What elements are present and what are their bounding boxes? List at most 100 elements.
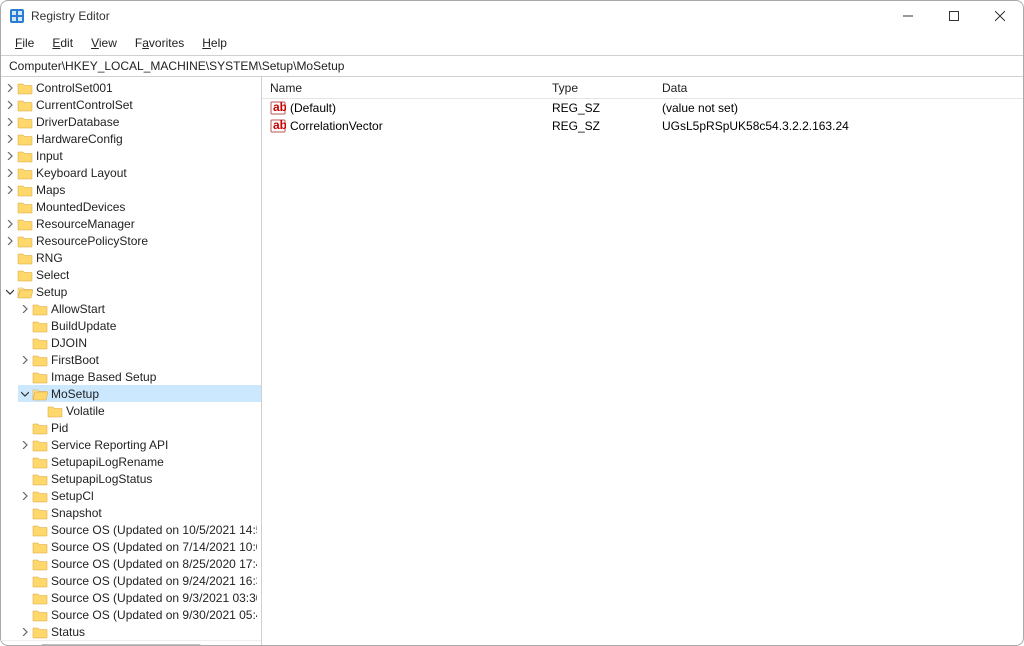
folder-icon xyxy=(32,353,48,367)
tree-node[interactable]: DriverDatabase xyxy=(3,113,261,130)
value-type: REG_SZ xyxy=(544,101,654,115)
folder-icon xyxy=(17,183,33,197)
tree-node[interactable]: Volatile xyxy=(33,402,261,419)
column-headers: Name Type Data xyxy=(262,77,1023,99)
tree-node[interactable]: CurrentControlSet xyxy=(3,96,261,113)
regedit-icon xyxy=(9,8,25,24)
tree-node[interactable]: ResourceManager xyxy=(3,215,261,232)
col-data[interactable]: Data xyxy=(654,77,1023,98)
tree-node-label: Service Reporting API xyxy=(51,438,168,452)
chevron-right-icon[interactable] xyxy=(3,183,17,197)
values-list[interactable]: (Default)REG_SZ(value not set)Correlatio… xyxy=(262,99,1023,645)
chevron-right-icon[interactable] xyxy=(3,81,17,95)
menu-edit[interactable]: Edit xyxy=(44,34,81,52)
tree-node[interactable]: SetupapiLogRename xyxy=(18,453,261,470)
menu-file[interactable]: File xyxy=(7,34,42,52)
chevron-right-icon[interactable] xyxy=(18,302,32,316)
maximize-button[interactable] xyxy=(931,1,977,31)
value-data: UGsL5pRSpUK58c54.3.2.2.163.24 xyxy=(654,119,1023,133)
chevron-right-icon[interactable] xyxy=(18,438,32,452)
tree-node[interactable]: BuildUpdate xyxy=(18,317,261,334)
close-button[interactable] xyxy=(977,1,1023,31)
tree-node[interactable]: Input xyxy=(3,147,261,164)
chevron-right-icon[interactable] xyxy=(3,149,17,163)
menu-view[interactable]: View xyxy=(83,34,125,52)
chevron-right-icon[interactable] xyxy=(3,98,17,112)
folder-icon xyxy=(32,302,48,316)
chevron-right-icon[interactable] xyxy=(3,166,17,180)
tree-node-label: ControlSet001 xyxy=(36,81,113,95)
tree-node[interactable]: Status xyxy=(18,623,261,640)
menu-help[interactable]: Help xyxy=(194,34,235,52)
value-row[interactable]: CorrelationVectorREG_SZUGsL5pRSpUK58c54.… xyxy=(262,117,1023,135)
tree-node[interactable]: AllowStart xyxy=(18,300,261,317)
tree-node[interactable]: Source OS (Updated on 9/24/2021 16:3 xyxy=(18,572,261,589)
registry-tree: ControlSet001CurrentControlSetDriverData… xyxy=(1,79,261,640)
tree-node[interactable]: Image Based Setup xyxy=(18,368,261,385)
tree-node[interactable]: ResourcePolicyStore xyxy=(3,232,261,249)
folder-icon xyxy=(32,472,48,486)
folder-icon xyxy=(17,132,33,146)
folder-icon xyxy=(32,489,48,503)
tree-node[interactable]: SetupapiLogStatus xyxy=(18,470,261,487)
menu-favorites[interactable]: Favorites xyxy=(127,34,192,52)
tree-node[interactable]: Source OS (Updated on 8/25/2020 17:4 xyxy=(18,555,261,572)
tree-node[interactable]: Pid xyxy=(18,419,261,436)
tree-node-label: Source OS (Updated on 9/30/2021 05:4 xyxy=(51,608,257,622)
tree-node[interactable]: ControlSet001 xyxy=(3,79,261,96)
address-input[interactable] xyxy=(7,58,1017,74)
tree-node[interactable]: Snapshot xyxy=(18,504,261,521)
tree-node-label: SetupapiLogStatus xyxy=(51,472,152,486)
chevron-right-icon[interactable] xyxy=(3,132,17,146)
col-type[interactable]: Type xyxy=(544,77,654,98)
folder-icon xyxy=(17,149,33,163)
tree-node-label: FirstBoot xyxy=(51,353,99,367)
tree-node[interactable]: MoSetup xyxy=(18,385,261,402)
tree-node[interactable]: Maps xyxy=(3,181,261,198)
titlebar[interactable]: Registry Editor xyxy=(1,1,1023,31)
folder-open-icon xyxy=(17,285,33,299)
folder-icon xyxy=(17,217,33,231)
tree-node[interactable]: Source OS (Updated on 9/30/2021 05:4 xyxy=(18,606,261,623)
tree-node-label: MountedDevices xyxy=(36,200,125,214)
tree-node[interactable]: SetupCl xyxy=(18,487,261,504)
folder-icon xyxy=(32,540,48,554)
tree-node-label: Source OS (Updated on 9/3/2021 03:30 xyxy=(51,591,257,605)
tree-node[interactable]: Keyboard Layout xyxy=(3,164,261,181)
tree-node[interactable]: MountedDevices xyxy=(3,198,261,215)
folder-icon xyxy=(47,404,63,418)
tree-node-label: MoSetup xyxy=(51,387,99,401)
chevron-right-icon[interactable] xyxy=(3,217,17,231)
tree-node[interactable]: HardwareConfig xyxy=(3,130,261,147)
chevron-right-icon[interactable] xyxy=(3,115,17,129)
value-row[interactable]: (Default)REG_SZ(value not set) xyxy=(262,99,1023,117)
tree-node-label: Status xyxy=(51,625,85,639)
tree-node[interactable]: Source OS (Updated on 9/3/2021 03:30 xyxy=(18,589,261,606)
chevron-right-icon[interactable] xyxy=(18,489,32,503)
tree-node[interactable]: Setup xyxy=(3,283,261,300)
tree-node[interactable]: DJOIN xyxy=(18,334,261,351)
tree-node[interactable]: FirstBoot xyxy=(18,351,261,368)
tree-node[interactable]: RNG xyxy=(3,249,261,266)
tree-node-label: Keyboard Layout xyxy=(36,166,127,180)
tree-node-label: SetupCl xyxy=(51,489,94,503)
tree-pane[interactable]: ControlSet001CurrentControlSetDriverData… xyxy=(1,77,262,645)
value-type: REG_SZ xyxy=(544,119,654,133)
chevron-down-icon[interactable] xyxy=(3,285,17,299)
col-name[interactable]: Name xyxy=(262,77,544,98)
chevron-right-icon[interactable] xyxy=(18,625,32,639)
horizontal-scrollbar[interactable] xyxy=(1,640,261,645)
tree-node-label: Setup xyxy=(36,285,67,299)
folder-icon xyxy=(32,557,48,571)
tree-node-label: AllowStart xyxy=(51,302,105,316)
chevron-right-icon[interactable] xyxy=(18,353,32,367)
tree-node[interactable]: Service Reporting API xyxy=(18,436,261,453)
tree-node-label: Maps xyxy=(36,183,65,197)
tree-node[interactable]: Source OS (Updated on 10/5/2021 14:5 xyxy=(18,521,261,538)
minimize-button[interactable] xyxy=(885,1,931,31)
tree-node[interactable]: Select xyxy=(3,266,261,283)
chevron-down-icon[interactable] xyxy=(18,387,32,401)
chevron-right-icon[interactable] xyxy=(3,234,17,248)
tree-node[interactable]: Source OS (Updated on 7/14/2021 10:0 xyxy=(18,538,261,555)
reg-string-icon xyxy=(270,118,286,134)
